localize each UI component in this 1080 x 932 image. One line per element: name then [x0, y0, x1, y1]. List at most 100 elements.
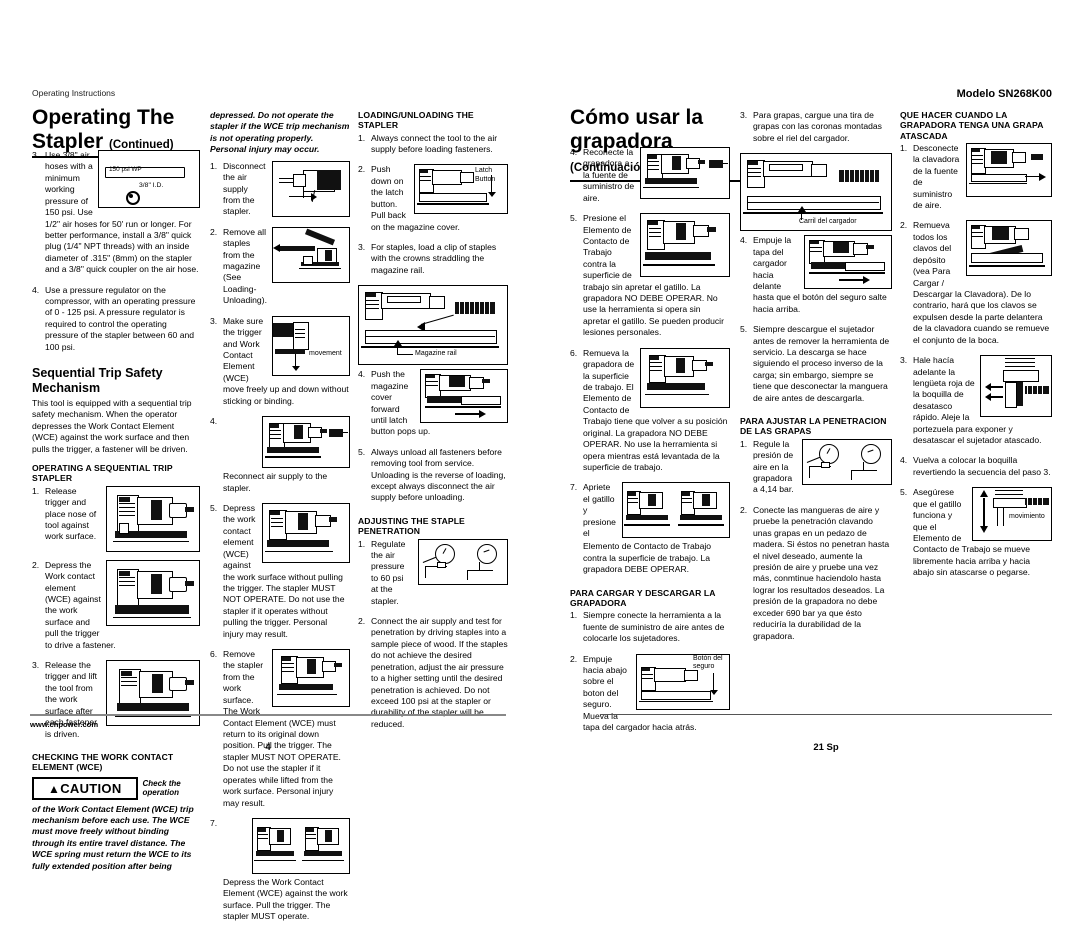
list-item: 4. Vuelva a colocar la boquilla revertie…: [900, 455, 1052, 482]
heading-cargar-descargar: PARA CARGAR Y DESCARGAR LA GRAPADORA: [570, 587, 716, 608]
figure-remove-from-work-surface: [272, 649, 350, 708]
figure-push-magazine-forward: [420, 369, 508, 424]
heading-operating-sequential: OPERATING A SEQUENTIAL TRIP STAPLER: [32, 463, 173, 484]
footer-rule-left: [30, 714, 506, 716]
heading-ajustar-penetracion: PARA AJUSTAR LA PENETRACION DE LAS GRAPA…: [740, 416, 887, 437]
right-col-2: 3. Para grapas, cargue una tira de grapa…: [740, 110, 892, 651]
list-item: 1. Siempre conecte la herramienta a la f…: [570, 610, 730, 648]
list-number: 3.: [900, 355, 908, 366]
list-number: 3.: [358, 242, 366, 252]
footer-url: www.chpower.com: [30, 720, 99, 729]
figure-remove-staples: [272, 226, 350, 283]
footer-right: [600, 714, 1052, 715]
list-number: 4.: [32, 284, 40, 295]
list-number: 7.: [210, 817, 218, 828]
figure-air-hose: 150 psi WP 3/8" I.D.: [98, 150, 200, 208]
list-text: Always connect the tool to the air suppl…: [371, 132, 498, 155]
list-number: 2.: [570, 653, 578, 664]
list-item: 3. movement Make sure the trigger and Wo…: [210, 315, 350, 411]
figura-desconecte-clavadora: [966, 142, 1052, 197]
list-text: Siempre descargue el sujetador antes de …: [753, 324, 890, 403]
caution-inline-text: Check the operation: [142, 778, 181, 798]
list-item: 4.: [740, 235, 892, 319]
footer-rule-right: [600, 714, 1052, 715]
figure-stapler-depress-wce: [106, 559, 200, 626]
list-item: 1.: [900, 142, 1052, 216]
list-item: 1.: [358, 538, 508, 612]
caution-body: of the Work Contact Element (WCE) trip m…: [32, 803, 194, 871]
figura-remueva-grapadora: [640, 347, 730, 408]
list-text: For staples, load a clip of staples with…: [371, 242, 497, 275]
list-item: 1.: [32, 485, 200, 555]
list-number: 6.: [210, 649, 218, 660]
list-number: 1.: [900, 142, 908, 153]
list-item: 3.: [32, 660, 200, 744]
figure-caption: Latch Button: [475, 167, 496, 183]
list-number: 3.: [210, 315, 218, 326]
continued-italic-warning: depressed. Do not operate the stapler if…: [210, 110, 350, 155]
figure-caption: Magazine rail: [415, 350, 457, 358]
heading-adjusting-penetration: ADJUSTING THE STAPLE PENETRATION: [358, 515, 465, 537]
page-number-right: 21 Sp: [813, 742, 839, 753]
list-number: 2.: [740, 504, 748, 515]
figure-magazine-rail: Magazine rail: [358, 285, 508, 366]
list-number: 2.: [210, 226, 218, 237]
list-number: 1.: [210, 160, 218, 171]
left-col-1: 3. 150 psi WP 3/8" I.D. Use 3/8" air hos…: [32, 150, 200, 877]
list-text: Conecte las mangueras de aire y pruebe l…: [753, 504, 890, 641]
list-number: 7.: [570, 482, 578, 493]
list-text: Para grapas, cargue una tira de grapas c…: [753, 110, 882, 143]
page-title-line1: Operating The: [32, 106, 175, 129]
page-title-continued: (Continued): [109, 138, 174, 151]
sequential-trip-body: This tool is equipped with a sequential …: [32, 397, 192, 454]
figure-label-id: 3/8" I.D.: [139, 182, 164, 189]
list-text: Vuelva a colocar la boquilla revertiendo…: [913, 455, 1051, 477]
list-number: 2.: [358, 164, 366, 175]
list-number: 3.: [32, 660, 40, 671]
list-item: 2. Remove all staples from the magazine …: [210, 226, 350, 311]
list-item: 5.: [570, 213, 730, 343]
heading-loading-unloading: LOADING/UNLOADING THE STAPLER: [358, 110, 474, 131]
figure-latch-button: Latch Button: [414, 164, 508, 215]
figure-trigger-wce-movement: movement: [272, 315, 350, 376]
list-item: 6.: [570, 347, 730, 478]
figura-remueva-clavos: [966, 220, 1052, 277]
list-item: 2. Remueva todos los clavos del depósito…: [900, 220, 1052, 350]
list-number: 5.: [358, 446, 366, 457]
list-number: 3.: [740, 110, 748, 120]
figure-depress-wce-pull-trigger-pair: [252, 817, 350, 874]
figure-caption: movimiento: [1009, 513, 1045, 521]
list-item: 1.: [740, 438, 892, 500]
figure-regulate-pressure: [418, 538, 508, 585]
list-number: 1.: [740, 438, 748, 449]
left-col-3: LOADING/UNLOADING THE STAPLER 1. Always …: [358, 110, 508, 739]
header-model-number: Modelo SN268K00: [956, 88, 1052, 100]
figure-label-psi: 150 psi WP: [109, 166, 142, 173]
list-item: 3. 150 psi WP 3/8" I.D. Use 3/8" air hos…: [32, 150, 200, 280]
list-number: 5.: [570, 213, 578, 224]
figure-reconnect-air: [262, 416, 350, 469]
list-item: 2. Latch Button Push down on the latch b…: [358, 164, 508, 237]
caution-block: ▲CAUTION Check the operation of the Work…: [32, 776, 200, 873]
list-number: 5.: [740, 324, 748, 335]
list-text: Use a pressure regulator on the compress…: [45, 284, 196, 352]
list-item: 3. For staples, load a clip of staples w…: [358, 242, 508, 280]
list-item: 4.: [570, 147, 730, 208]
list-number: 5.: [900, 487, 908, 498]
figura-empuje-tapa-cargador: [804, 235, 892, 290]
figure-depress-wce-no-trigger: [262, 502, 350, 563]
list-number: 1.: [358, 132, 366, 143]
list-number: 3.: [32, 150, 40, 160]
list-text: Siempre conecte la herramienta a la fuen…: [583, 610, 725, 644]
list-item: 1. Always connect the tool to the air su…: [358, 133, 508, 160]
list-text: Always unload all fasteners before remov…: [371, 446, 506, 503]
list-item: 5. Always unload all fasteners before re…: [358, 447, 508, 508]
figure-caption: movement: [309, 349, 342, 357]
list-number: 1.: [358, 538, 366, 549]
figure-caption: Botón del seguro: [693, 654, 723, 670]
right-col-3: QUE HACER CUANDO LA GRAPADORA TENGA UNA …: [900, 110, 1052, 588]
heading-sequential-trip: Sequential Trip Safety Mechanism: [32, 366, 163, 395]
list-number: 4.: [210, 416, 218, 427]
figure-stapler-release-trigger: [106, 485, 200, 552]
list-item: 6.: [210, 649, 350, 813]
